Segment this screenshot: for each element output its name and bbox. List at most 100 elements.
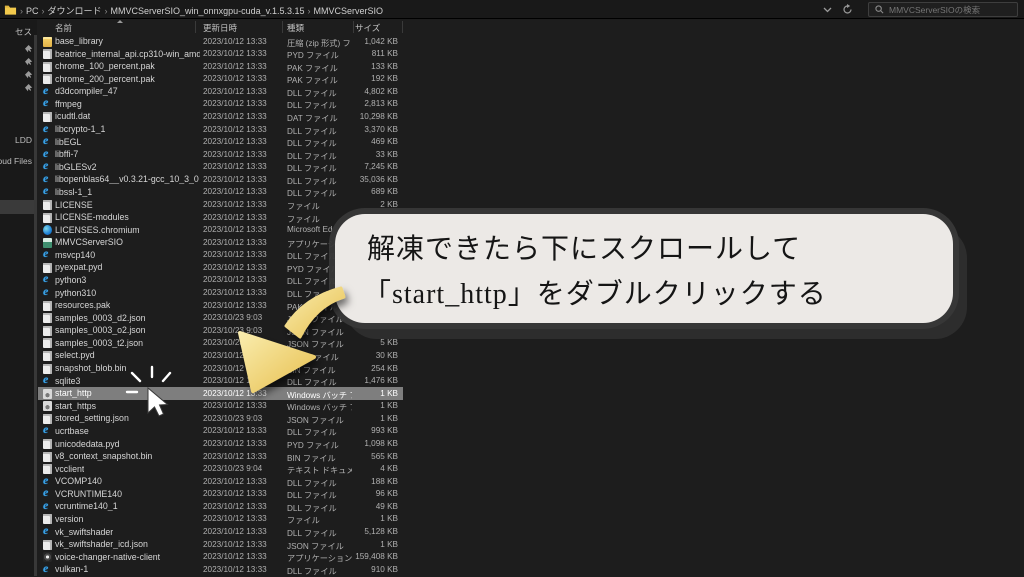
column-header-date[interactable]: 更新日時: [203, 22, 237, 34]
column-header-name[interactable]: 名前: [55, 22, 72, 34]
file-row[interactable]: beatrice_internal_api.cp310-win_amd64.p.…: [38, 48, 403, 61]
file-row[interactable]: stored_setting.json 2023/10/23 9:03 JSON…: [38, 412, 403, 425]
chevron-down-icon[interactable]: [823, 7, 832, 13]
file-name: LICENSE: [55, 200, 93, 210]
file-size: 2,813 KB: [318, 99, 398, 108]
file-row[interactable]: start_https 2023/10/12 13:33 Windows バッチ…: [38, 400, 403, 413]
file-date-modified: 2023/10/12 13:33: [203, 401, 267, 410]
file-row[interactable]: ucrtbase 2023/10/12 13:33 DLL ファイル 993 K…: [38, 425, 403, 438]
file-name: v8_context_snapshot.bin: [55, 451, 152, 461]
column-divider[interactable]: [282, 21, 283, 33]
file-row[interactable]: chrome_100_percent.pak 2023/10/12 13:33 …: [38, 60, 403, 73]
file-name: msvcp140: [55, 250, 95, 260]
file-row[interactable]: libopenblas64__v0.3.21-gcc_10_3_0 2023/1…: [38, 173, 403, 186]
navigation-sidebar: セス LDD oud Files: [0, 20, 37, 576]
column-header-type[interactable]: 種類: [287, 22, 304, 34]
file-row[interactable]: chrome_200_percent.pak 2023/10/12 13:33 …: [38, 73, 403, 86]
breadcrumb-item[interactable]: MMVCServerSIO_win_onnxgpu-cuda_v.1.5.3.1…: [109, 6, 307, 16]
file-date-modified: 2023/10/12 13:33: [203, 112, 267, 121]
file-name: libGLESv2: [55, 162, 97, 172]
file-name: sqlite3: [55, 376, 80, 386]
file-icon: [43, 313, 52, 323]
file-row[interactable]: unicodedata.pyd 2023/10/12 13:33 PYD ファイ…: [38, 438, 403, 451]
sidebar-item-quick-access[interactable]: セス: [15, 26, 32, 38]
file-date-modified: 2023/10/12 13:33: [203, 125, 267, 134]
file-row[interactable]: vk_swiftshader 2023/10/12 13:33 DLL ファイル…: [38, 526, 403, 539]
file-row[interactable]: base_library 2023/10/12 13:33 圧縮 (zip 形式…: [38, 35, 403, 48]
column-divider[interactable]: [353, 21, 354, 33]
file-icon: [43, 49, 52, 59]
file-row[interactable]: icudtl.dat 2023/10/12 13:33 DAT ファイル 10,…: [38, 110, 403, 123]
file-date-modified: 2023/10/23 9:03: [203, 326, 262, 335]
file-row[interactable]: samples_0003_t2.json 2023/10/23 9:03 JSO…: [38, 337, 403, 350]
sidebar-item-fragment[interactable]: LDD: [15, 135, 32, 145]
file-date-modified: 2023/10/12 13:33: [203, 527, 267, 536]
file-row[interactable]: libGLESv2 2023/10/12 13:33 DLL ファイル 7,24…: [38, 161, 403, 174]
column-header-size[interactable]: サイズ: [355, 22, 380, 34]
file-name: voice-changer-native-client: [55, 552, 160, 562]
file-date-modified: 2023/10/12 13:33: [203, 565, 267, 574]
file-row[interactable]: libcrypto-1_1 2023/10/12 13:33 DLL ファイル …: [38, 123, 403, 136]
file-name: stored_setting.json: [55, 413, 129, 423]
file-name: vk_swiftshader_icd.json: [55, 539, 148, 549]
file-row[interactable]: vcruntime140_1 2023/10/12 13:33 DLL ファイル…: [38, 500, 403, 513]
file-size: 1,476 KB: [318, 376, 398, 385]
breadcrumb-item[interactable]: PC: [24, 6, 41, 16]
dll-e-icon: [43, 250, 52, 260]
file-row[interactable]: vulkan-1 2023/10/12 13:33 DLL ファイル 910 K…: [38, 563, 403, 576]
file-row[interactable]: snapshot_blob.bin 2023/10/12 13:33 BIN フ…: [38, 362, 403, 375]
file-row[interactable]: vcclient 2023/10/23 9:04 テキスト ドキュメント 4 K…: [38, 463, 403, 476]
file-row[interactable]: voice-changer-native-client 2023/10/12 1…: [38, 551, 403, 564]
search-input[interactable]: MMVCServerSIOの検索: [868, 2, 1018, 17]
pin-icon: [25, 58, 33, 66]
file-name: base_library: [55, 36, 103, 46]
file-row[interactable]: ffmpeg 2023/10/12 13:33 DLL ファイル 2,813 K…: [38, 98, 403, 111]
file-date-modified: 2023/10/12 13:33: [203, 514, 267, 523]
file-row[interactable]: sqlite3 2023/10/12 13:33 DLL ファイル 1,476 …: [38, 375, 403, 388]
sidebar-scrollbar[interactable]: [34, 35, 37, 576]
batch-icon: [43, 389, 52, 399]
breadcrumb-item[interactable]: MMVCServerSIO: [311, 6, 385, 16]
sort-ascending-icon: [117, 20, 123, 23]
file-row[interactable]: samples_0003_o2.json 2023/10/23 9:03 JSO…: [38, 324, 403, 337]
file-icon: [43, 301, 52, 311]
file-date-modified: 2023/10/23 9:03: [203, 313, 262, 322]
file-row[interactable]: VCOMP140 2023/10/12 13:33 DLL ファイル 188 K…: [38, 475, 403, 488]
file-row[interactable]: VCRUNTIME140 2023/10/12 13:33 DLL ファイル 9…: [38, 488, 403, 501]
file-row[interactable]: version 2023/10/12 13:33 ファイル 1 KB: [38, 513, 403, 526]
column-headers: 名前 更新日時 種類 サイズ: [38, 20, 1024, 35]
column-divider[interactable]: [195, 21, 196, 33]
file-name: d3dcompiler_47: [55, 86, 118, 96]
file-row[interactable]: select.pyd 2023/10/12 13:33 PYD ファイル 30 …: [38, 349, 403, 362]
file-row[interactable]: libffi-7 2023/10/12 13:33 DLL ファイル 33 KB: [38, 148, 403, 161]
file-row[interactable]: d3dcompiler_47 2023/10/12 13:33 DLL ファイル…: [38, 85, 403, 98]
file-name: VCOMP140: [55, 476, 102, 486]
sidebar-item-fragment[interactable]: oud Files: [0, 156, 32, 166]
file-name: python310: [55, 288, 96, 298]
sidebar-selected-item[interactable]: [0, 200, 37, 214]
breadcrumb-item[interactable]: ダウンロード: [46, 6, 104, 16]
file-row[interactable]: libssl-1_1 2023/10/12 13:33 DLL ファイル 689…: [38, 186, 403, 199]
file-name: version: [55, 514, 83, 524]
file-row-selected[interactable]: start_http 2023/10/12 13:33 Windows バッチ …: [38, 387, 403, 400]
file-date-modified: 2023/10/12 13:33: [203, 263, 267, 272]
file-icon: [43, 452, 52, 462]
file-date-modified: 2023/10/12 13:33: [203, 477, 267, 486]
refresh-icon[interactable]: [842, 4, 853, 15]
dll-e-icon: [43, 187, 52, 197]
file-size: 565 KB: [318, 452, 398, 461]
dll-e-icon: [43, 288, 52, 298]
file-size: 10,298 KB: [318, 112, 398, 121]
file-row[interactable]: LICENSE 2023/10/12 13:33 ファイル 2 KB: [38, 199, 403, 212]
file-name: VCRUNTIME140: [55, 489, 122, 499]
file-size: 7,245 KB: [318, 162, 398, 171]
file-row[interactable]: v8_context_snapshot.bin 2023/10/12 13:33…: [38, 450, 403, 463]
column-divider[interactable]: [402, 21, 403, 33]
search-icon: [875, 5, 884, 14]
file-row[interactable]: libEGL 2023/10/12 13:33 DLL ファイル 469 KB: [38, 136, 403, 149]
file-size: 5,128 KB: [318, 527, 398, 536]
file-row[interactable]: vk_swiftshader_icd.json 2023/10/12 13:33…: [38, 538, 403, 551]
file-date-modified: 2023/10/12 13:33: [203, 87, 267, 96]
file-size: 96 KB: [318, 489, 398, 498]
dll-e-icon: [43, 565, 52, 575]
